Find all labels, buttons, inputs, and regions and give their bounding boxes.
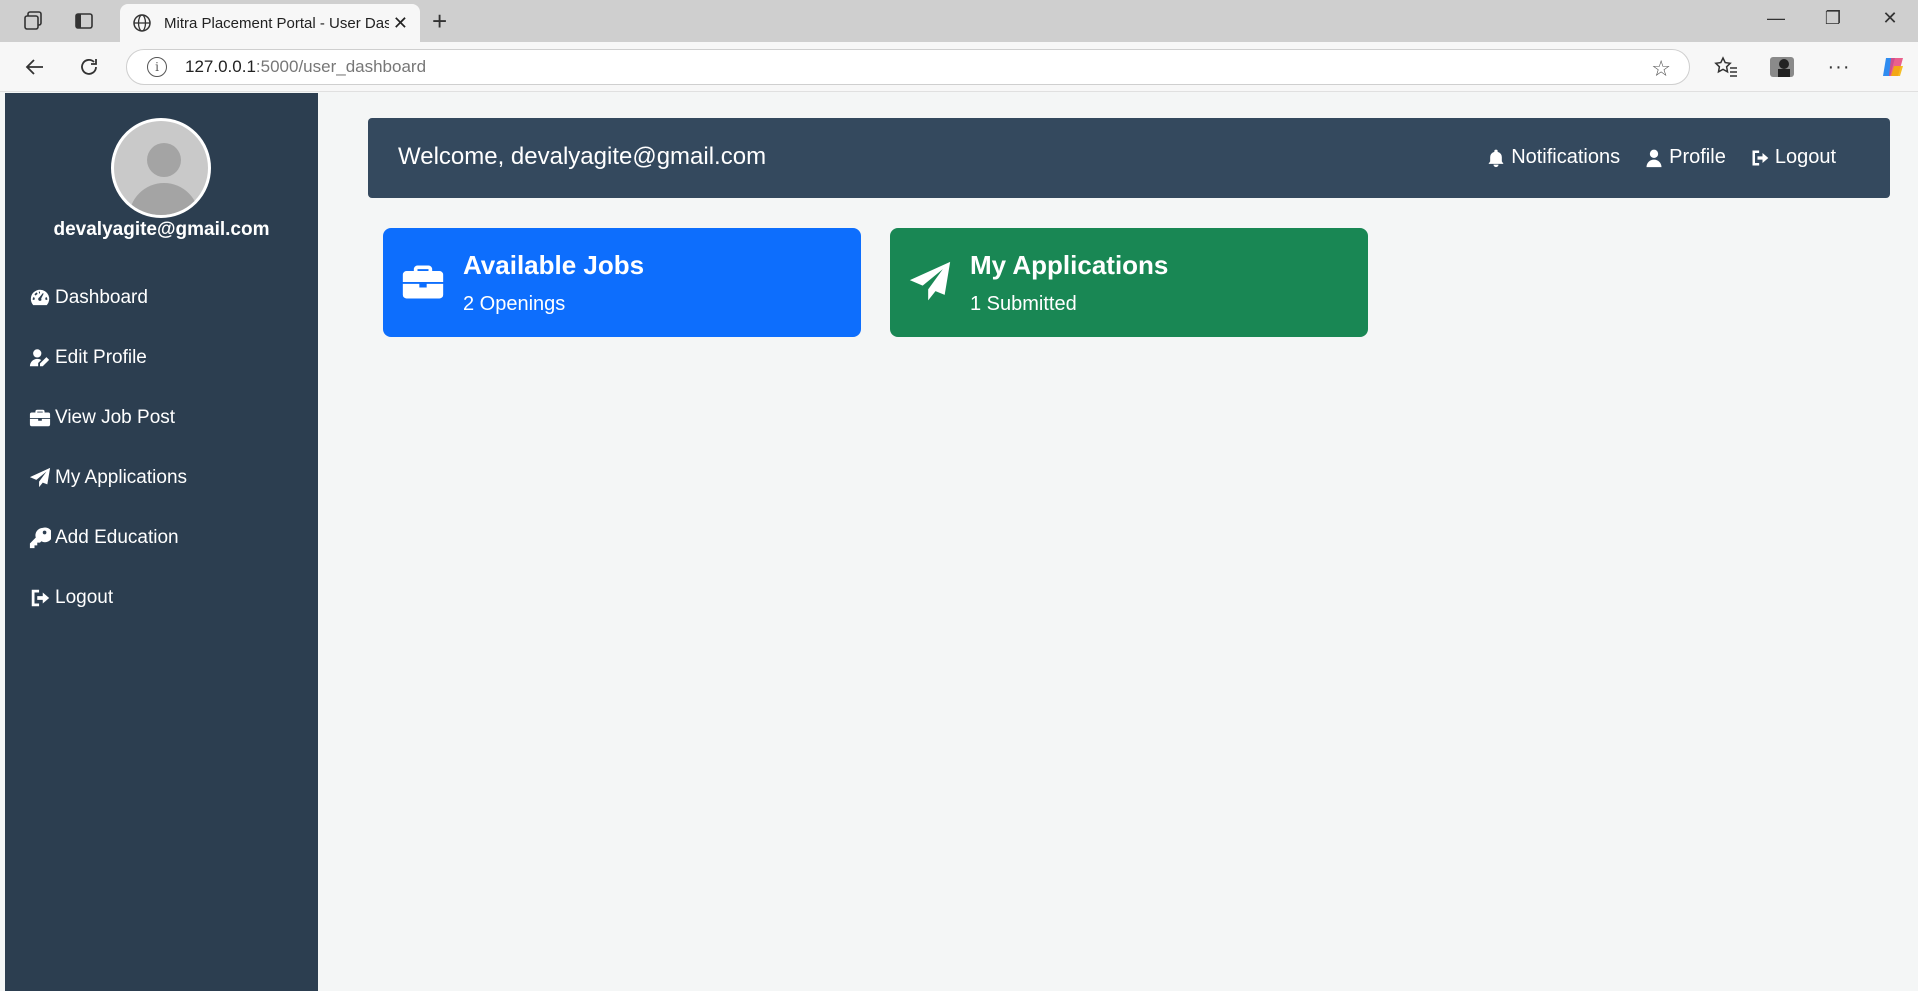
- logout-label: Logout: [1774, 146, 1836, 168]
- paper-plane-icon: [29, 467, 51, 488]
- new-tab-button[interactable]: +: [432, 8, 447, 34]
- globe-icon: [133, 14, 151, 32]
- welcome-text: Welcome, devalyagite@gmail.com: [398, 143, 767, 170]
- sidebar-item-add-education[interactable]: Add Education: [29, 508, 187, 568]
- header-links: Notifications Profile Logout: [1486, 146, 1836, 169]
- logout-link[interactable]: Logout: [1750, 146, 1836, 169]
- sidebar-item-label: Dashboard: [55, 287, 148, 308]
- briefcase-icon: [29, 409, 51, 427]
- sidebar-item-dashboard[interactable]: Dashboard: [29, 268, 187, 328]
- sidebar-item-my-applications[interactable]: My Applications: [29, 448, 187, 508]
- card-title: My Applications: [970, 250, 1169, 280]
- key-icon: [29, 527, 51, 549]
- sidebar-item-edit-profile[interactable]: Edit Profile: [29, 328, 187, 388]
- sidebar-item-label: Logout: [55, 587, 114, 608]
- workspaces-icon[interactable]: [20, 8, 46, 34]
- briefcase-icon: [402, 265, 444, 299]
- available-jobs-card[interactable]: Available Jobs 2 Openings: [383, 228, 861, 337]
- sidebar-item-label: Add Education: [55, 527, 179, 548]
- user-edit-icon: [29, 349, 50, 367]
- back-icon[interactable]: [20, 52, 50, 82]
- favorites-icon[interactable]: [1711, 52, 1741, 82]
- profile-link[interactable]: Profile: [1644, 146, 1726, 169]
- paper-plane-icon: [909, 261, 951, 301]
- reload-icon[interactable]: [74, 52, 104, 82]
- profile-avatar-icon[interactable]: [1767, 52, 1797, 82]
- browser-toolbar: i 127.0.0.1:5000/user_dashboard ☆ ···: [0, 42, 1918, 92]
- sidebar-item-view-job-post[interactable]: View Job Post: [29, 388, 187, 448]
- tab-title: Mitra Placement Portal - User Dashboard: [164, 14, 389, 32]
- bell-icon: [1488, 149, 1504, 167]
- sign-out-icon: [31, 589, 50, 607]
- browser-tab-strip: Mitra Placement Portal - User Dashboard …: [0, 0, 1918, 42]
- favorite-star-icon[interactable]: ☆: [1651, 56, 1671, 82]
- sidebar-item-label: My Applications: [55, 467, 188, 488]
- notifications-link[interactable]: Notifications: [1486, 146, 1620, 169]
- site-info-icon[interactable]: i: [147, 57, 167, 77]
- sidebar-item-label: Edit Profile: [55, 347, 147, 368]
- copilot-icon[interactable]: [1878, 52, 1908, 82]
- card-title: Available Jobs: [463, 250, 645, 280]
- url-path: :5000/user_dashboard: [255, 57, 427, 76]
- gauge-icon: [30, 289, 50, 306]
- url-host: 127.0.0.1: [185, 57, 256, 76]
- user-icon: [1646, 149, 1662, 167]
- avatar: [111, 118, 211, 218]
- notifications-label: Notifications: [1511, 146, 1621, 168]
- sidebar-user-email: devalyagite@gmail.com: [53, 219, 270, 240]
- profile-label: Profile: [1669, 146, 1726, 168]
- active-tab[interactable]: Mitra Placement Portal - User Dashboard …: [120, 4, 420, 42]
- more-options-icon[interactable]: ···: [1824, 52, 1854, 82]
- close-tab-icon[interactable]: ✕: [393, 13, 408, 34]
- sidebar-item-label: View Job Post: [55, 407, 176, 428]
- minimize-icon[interactable]: —: [1763, 8, 1789, 29]
- tab-actions-icon[interactable]: [71, 8, 97, 34]
- sidebar-item-logout[interactable]: Logout: [29, 568, 187, 628]
- address-bar[interactable]: i 127.0.0.1:5000/user_dashboard ☆: [126, 49, 1690, 85]
- sidebar: devalyagite@gmail.com Dashboard Edit Pro…: [5, 93, 318, 991]
- my-applications-card[interactable]: My Applications 1 Submitted: [890, 228, 1368, 337]
- sidebar-nav: Dashboard Edit Profile View Job Post My …: [29, 268, 187, 628]
- sign-out-icon: [1752, 150, 1769, 165]
- restore-icon[interactable]: ❐: [1820, 8, 1846, 29]
- card-subtitle: 2 Openings: [463, 293, 566, 315]
- card-subtitle: 1 Submitted: [970, 293, 1077, 315]
- close-window-icon[interactable]: ✕: [1877, 8, 1903, 29]
- top-header: Welcome, devalyagite@gmail.com Notificat…: [368, 118, 1890, 198]
